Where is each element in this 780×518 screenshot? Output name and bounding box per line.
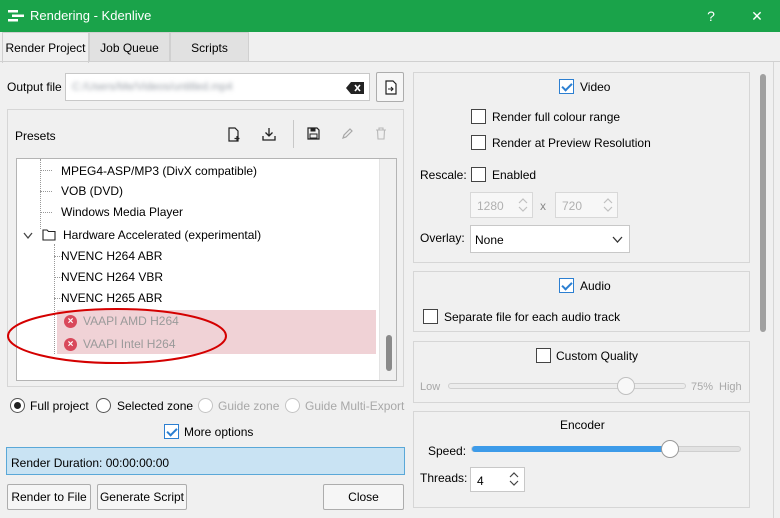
generate-script-button[interactable]: Generate Script — [97, 484, 187, 510]
preset-item[interactable]: MPEG4-ASP/MP3 (DivX compatible) — [61, 161, 257, 181]
preset-group-hardware[interactable]: Hardware Accelerated (experimental) — [63, 225, 261, 245]
rescale-enabled-label[interactable]: Enabled — [492, 168, 536, 182]
rescale-height-value: 720 — [562, 199, 583, 213]
render-to-file-button[interactable]: Render to File — [7, 484, 91, 510]
quality-slider — [448, 377, 686, 395]
tree-line — [40, 170, 52, 171]
overlay-value: None — [475, 233, 504, 247]
audio-panel: Audio Separate file for each audio track — [413, 271, 750, 332]
speed-slider-fill — [472, 446, 670, 452]
rescale-enabled-checkbox[interactable] — [471, 167, 486, 182]
file-open-icon — [385, 80, 397, 95]
tab-scripts[interactable]: Scripts — [170, 32, 249, 62]
more-options-checkbox[interactable] — [164, 424, 179, 439]
tree-line — [40, 191, 52, 192]
options-scrollbar[interactable] — [756, 72, 770, 508]
edit-preset-icon — [342, 128, 353, 139]
guide-multi-export-label: Guide Multi-Export — [305, 399, 405, 413]
threads-spinbox[interactable]: 4 — [470, 467, 525, 492]
overlay-label: Overlay: — [420, 231, 465, 245]
render-duration-text: Render Duration: 00:00:00:00 — [11, 456, 170, 470]
audio-label[interactable]: Audio — [580, 279, 611, 293]
tab-divider — [0, 61, 780, 62]
threads-value: 4 — [477, 474, 484, 488]
save-preset-icon[interactable] — [307, 127, 320, 140]
tab-job-queue[interactable]: Job Queue — [89, 32, 170, 62]
chevron-down-icon — [612, 236, 623, 243]
preset-item[interactable]: Windows Media Player — [61, 202, 183, 222]
speed-slider-thumb[interactable] — [661, 440, 679, 458]
toolbar-separator — [293, 120, 294, 148]
output-file-input[interactable]: C:/Users/Me/Videos/untitled.mp4 — [65, 73, 370, 101]
video-panel: Video Render full colour range Render at… — [413, 72, 750, 263]
quality-slider-thumb — [617, 377, 635, 395]
full-project-radio[interactable] — [10, 398, 25, 413]
tab-render-project[interactable]: Render Project — [2, 32, 89, 63]
browse-file-button[interactable] — [376, 72, 404, 102]
render-duration-bar: Render Duration: 00:00:00:00 — [6, 447, 405, 475]
title-bar: Rendering - Kdenlive ? ✕ — [0, 0, 780, 32]
scrollbar-thumb[interactable] — [386, 335, 392, 371]
audio-checkbox[interactable] — [559, 278, 574, 293]
download-preset-icon[interactable] — [262, 127, 276, 141]
quality-percent: 75% — [691, 381, 714, 393]
quality-low-label: Low — [420, 381, 441, 393]
encoder-label: Encoder — [560, 418, 605, 432]
help-button[interactable]: ? — [688, 0, 734, 32]
custom-quality-checkbox[interactable] — [536, 348, 551, 363]
full-project-label[interactable]: Full project — [30, 399, 89, 413]
annotation-ellipse — [7, 308, 227, 364]
close-window-button[interactable]: ✕ — [734, 0, 780, 32]
threads-label: Threads: — [420, 471, 468, 485]
separate-audio-label[interactable]: Separate file for each audio track — [444, 310, 620, 324]
preset-item[interactable]: NVENC H264 ABR — [61, 246, 162, 266]
quality-panel: Custom Quality Low 75% High — [413, 341, 750, 403]
speed-label: Speed: — [428, 444, 467, 458]
preset-item[interactable]: NVENC H264 VBR — [61, 267, 163, 287]
video-label[interactable]: Video — [580, 80, 610, 94]
selected-zone-radio[interactable] — [96, 398, 111, 413]
custom-quality-label[interactable]: Custom Quality — [556, 349, 638, 363]
quality-high-label: High — [719, 381, 742, 393]
clear-text-icon[interactable] — [346, 82, 364, 94]
preview-resolution-checkbox[interactable] — [471, 135, 486, 150]
tree-line — [40, 212, 52, 213]
spin-arrows-icon[interactable] — [509, 471, 519, 487]
spin-arrows-icon — [518, 198, 528, 212]
rescale-width-spinbox: 1280 — [470, 192, 533, 218]
chevron-down-icon[interactable] — [23, 232, 33, 240]
rescale-x: x — [540, 199, 546, 213]
video-checkbox[interactable] — [559, 79, 574, 94]
rescale-width-value: 1280 — [477, 199, 504, 213]
preset-item[interactable]: NVENC H265 ABR — [61, 288, 162, 308]
overlay-select[interactable]: None — [470, 225, 630, 253]
folder-icon — [42, 229, 56, 241]
window-edge — [773, 62, 774, 518]
full-colour-range-checkbox[interactable] — [471, 109, 486, 124]
window-title: Rendering - Kdenlive — [30, 8, 152, 23]
more-options-label[interactable]: More options — [184, 425, 253, 439]
preset-item[interactable]: VOB (DVD) — [61, 181, 123, 201]
speed-slider[interactable] — [471, 440, 741, 458]
output-file-value: C:/Users/Me/Videos/untitled.mp4 — [72, 81, 233, 93]
spin-arrows-icon — [603, 198, 613, 212]
rescale-height-spinbox: 720 — [555, 192, 618, 218]
selected-zone-label[interactable]: Selected zone — [117, 399, 193, 413]
close-button[interactable]: Close — [323, 484, 404, 510]
output-file-label: Output file — [7, 80, 62, 94]
guide-zone-radio — [198, 398, 213, 413]
encoder-panel: Encoder Speed: Threads: 4 — [413, 411, 750, 508]
preview-resolution-label[interactable]: Render at Preview Resolution — [492, 136, 651, 150]
presets-label: Presets — [15, 129, 56, 143]
full-colour-range-label[interactable]: Render full colour range — [492, 110, 620, 124]
options-scrollbar-thumb[interactable] — [760, 74, 766, 332]
delete-preset-icon — [376, 127, 386, 140]
separate-audio-checkbox[interactable] — [423, 309, 438, 324]
new-preset-icon[interactable] — [228, 127, 241, 142]
guide-zone-label: Guide zone — [218, 399, 280, 413]
rescale-label: Rescale: — [420, 168, 467, 182]
guide-multi-export-radio — [285, 398, 300, 413]
kdenlive-logo-icon — [8, 10, 24, 22]
presets-scrollbar[interactable] — [379, 159, 396, 380]
